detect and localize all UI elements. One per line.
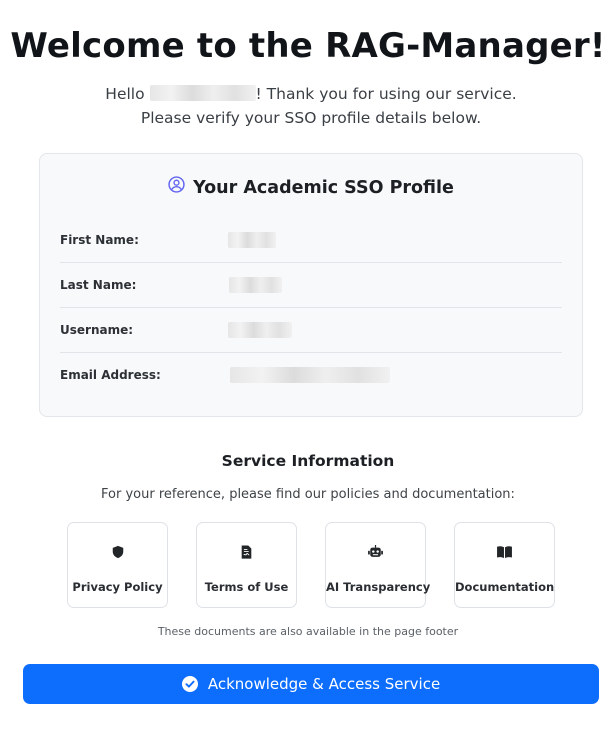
ai-transparency-label: AI Transparency xyxy=(326,580,431,594)
profile-row-last-name: Last Name: xyxy=(60,263,562,308)
profile-row-email: Email Address: xyxy=(60,353,562,398)
profile-row-first-name: First Name: xyxy=(60,218,562,263)
last-name-label: Last Name: xyxy=(60,278,137,292)
last-name-value-redacted xyxy=(229,277,282,293)
username-label: Username: xyxy=(60,323,134,337)
privacy-policy-label: Privacy Policy xyxy=(72,580,163,594)
privacy-policy-link[interactable]: Privacy Policy xyxy=(67,522,168,608)
sso-profile-card: Your Academic SSO Profile First Name: La… xyxy=(39,153,583,417)
first-name-value-redacted xyxy=(228,232,276,248)
profile-row-username: Username: xyxy=(60,308,562,353)
documentation-label: Documentation xyxy=(455,580,555,594)
email-label: Email Address: xyxy=(60,368,161,382)
shield-icon xyxy=(68,545,167,559)
service-info-subtitle: For your reference, please find our poli… xyxy=(101,487,515,502)
acknowledge-access-button[interactable]: Acknowledge & Access Service xyxy=(23,664,599,704)
user-circle-icon xyxy=(168,175,185,198)
policy-links: Privacy Policy Terms of Use AI Transpare… xyxy=(67,522,555,608)
service-info-title: Service Information xyxy=(221,452,395,470)
terms-of-use-link[interactable]: Terms of Use xyxy=(196,522,297,608)
first-name-label: First Name: xyxy=(60,233,139,247)
profile-card-title: Your Academic SSO Profile xyxy=(193,178,454,198)
redacted-user-name xyxy=(149,85,256,101)
footer-note: These documents are also available in th… xyxy=(157,625,459,638)
email-value-redacted xyxy=(230,367,390,383)
page-title: Welcome to the RAG-Manager! xyxy=(10,26,606,66)
document-contract-icon xyxy=(197,545,296,559)
profile-card-header: Your Academic SSO Profile xyxy=(40,175,582,198)
check-circle-icon xyxy=(181,676,198,692)
book-open-icon xyxy=(455,545,554,559)
greeting-text: Hello xyxy=(105,85,145,103)
terms-of-use-label: Terms of Use xyxy=(204,580,289,594)
welcome-message: Hello ! Thank you for using our service.… xyxy=(80,82,542,130)
ai-transparency-link[interactable]: AI Transparency xyxy=(325,522,431,608)
robot-icon xyxy=(326,545,425,559)
username-value-redacted xyxy=(228,322,292,338)
documentation-link[interactable]: Documentation xyxy=(454,522,555,608)
acknowledge-button-label: Acknowledge & Access Service xyxy=(207,675,441,693)
